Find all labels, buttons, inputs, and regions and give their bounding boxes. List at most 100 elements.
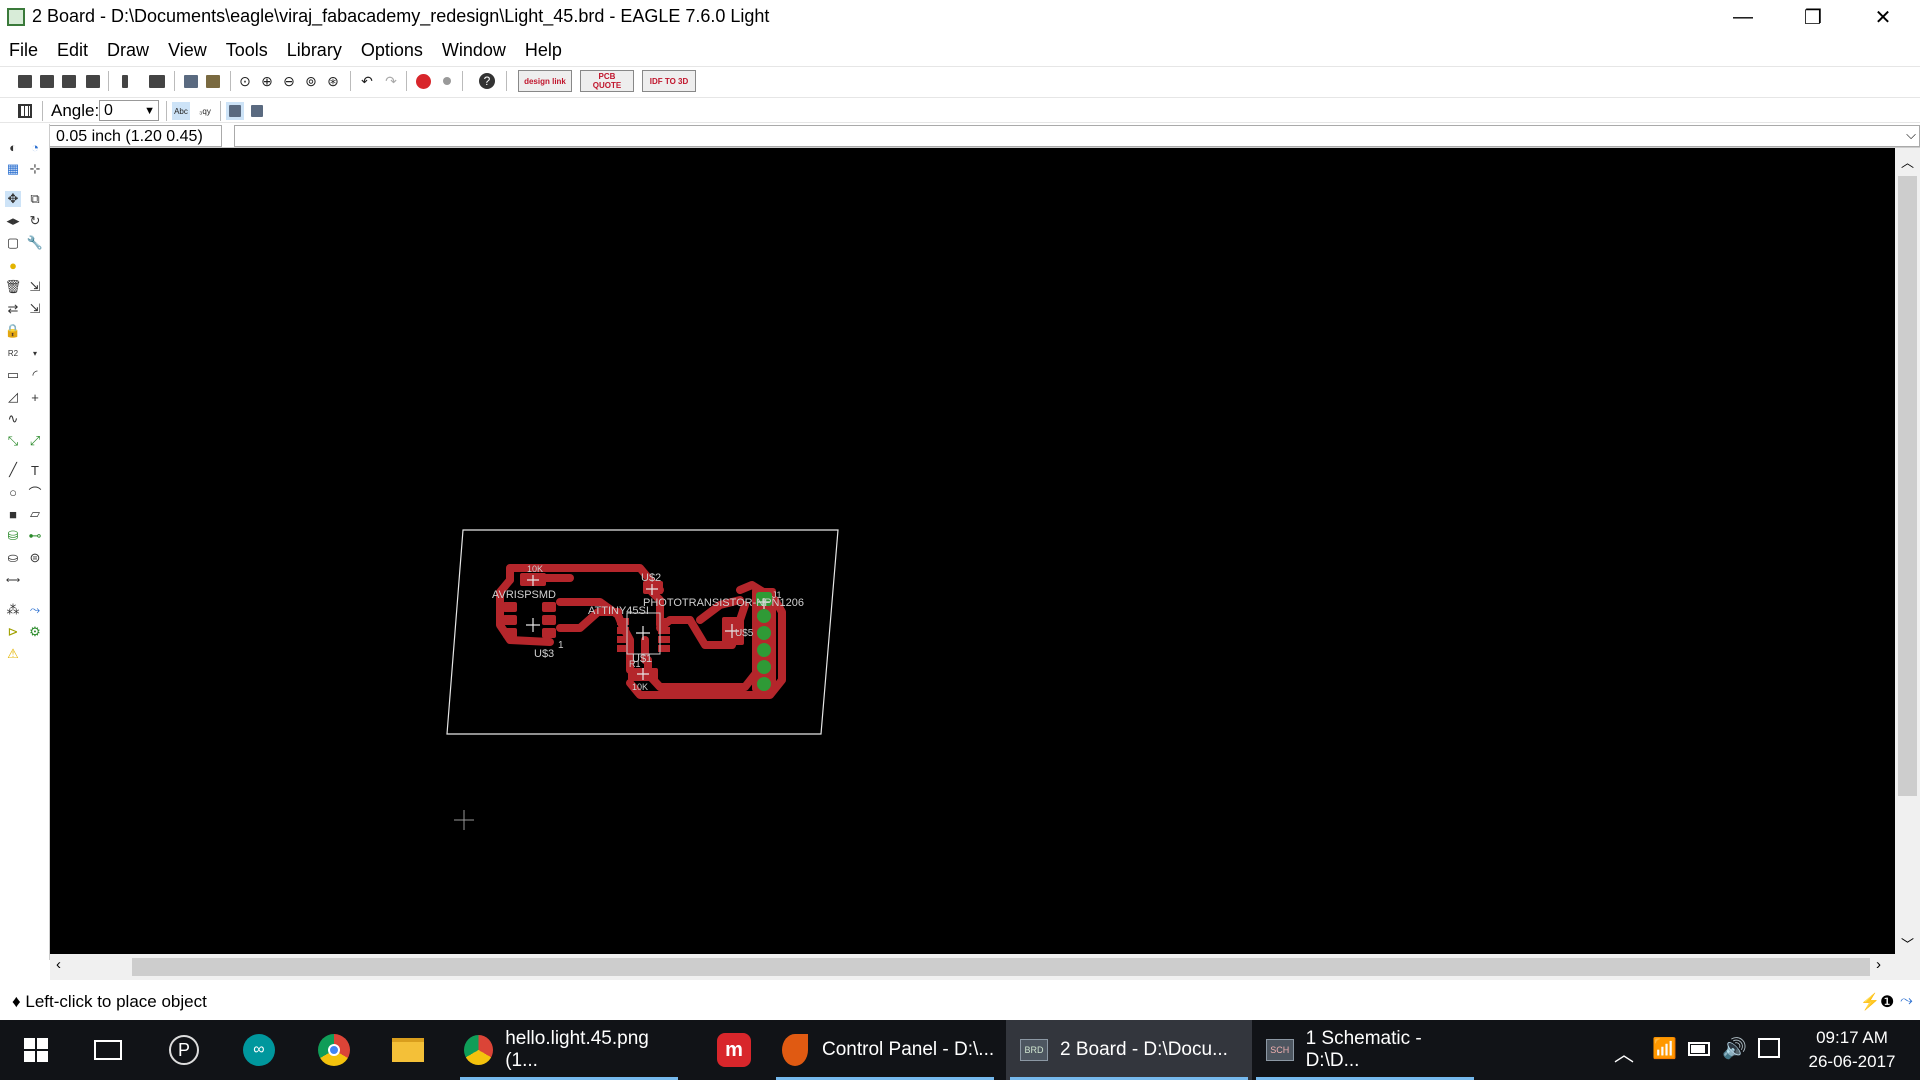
close-button[interactable]: ✕ xyxy=(1848,0,1918,34)
lock-part-icon[interactable]: ⇲ xyxy=(27,301,43,317)
hole-icon[interactable]: ⛀ xyxy=(5,550,21,566)
minimize-button[interactable]: — xyxy=(1708,0,1778,34)
zoom-redraw-icon[interactable]: ⊚ xyxy=(302,72,320,90)
wifi-icon[interactable]: 📶 xyxy=(1652,1036,1677,1061)
change-icon[interactable]: 🔧 xyxy=(27,235,43,251)
menu-options[interactable]: Options xyxy=(361,40,423,61)
autorouter-icon[interactable]: ⤳ xyxy=(27,602,43,618)
go-icon[interactable] xyxy=(438,72,456,90)
scroll-left-icon[interactable]: ‹ xyxy=(56,956,61,973)
horizontal-scroll-thumb[interactable] xyxy=(132,958,1870,976)
group-icon[interactable]: ▢ xyxy=(5,235,21,251)
arduino-icon[interactable]: ∞ xyxy=(223,1020,295,1080)
erc-icon[interactable]: ⊳ xyxy=(5,624,21,640)
menu-draw[interactable]: Draw xyxy=(107,40,149,61)
task-control-panel[interactable]: Control Panel - D:\... xyxy=(772,1020,998,1080)
ratsnest-icon[interactable]: ⁂ xyxy=(5,602,21,618)
add-icon[interactable]: ⇲ xyxy=(27,279,43,295)
menu-help[interactable]: Help xyxy=(525,40,562,61)
arc-icon[interactable]: ⌒ xyxy=(27,484,43,501)
chrome-icon[interactable] xyxy=(298,1020,370,1080)
drc-icon[interactable]: ⚙ xyxy=(27,624,43,640)
volume-icon[interactable]: 🔊 xyxy=(1722,1036,1747,1061)
schematic-switch-icon[interactable] xyxy=(204,72,222,90)
lock-icon[interactable]: 🔒 xyxy=(5,323,21,339)
via-icon[interactable]: ⛁ xyxy=(5,528,21,544)
script-icon[interactable] xyxy=(116,72,134,90)
value-icon[interactable]: ▾ xyxy=(27,345,43,361)
show-icon[interactable]: ◔ xyxy=(27,139,43,155)
task-fabmodules[interactable]: m xyxy=(696,1020,772,1080)
windows-start-icon[interactable] xyxy=(0,1020,72,1080)
move-icon[interactable]: ✥ xyxy=(5,191,21,207)
command-line-input[interactable]: ⌵ xyxy=(234,125,1920,147)
battery-icon[interactable] xyxy=(1688,1042,1710,1056)
menu-window[interactable]: Window xyxy=(442,40,506,61)
delete-icon[interactable]: 🗑 xyxy=(5,279,22,295)
menu-edit[interactable]: Edit xyxy=(57,40,88,61)
paste-icon[interactable]: ● xyxy=(5,257,21,273)
pcb-quote-button[interactable]: PCB QUOTE xyxy=(580,70,634,92)
scroll-up-icon[interactable]: ︿ xyxy=(1901,152,1914,171)
menu-library[interactable]: Library xyxy=(287,40,342,61)
task-eagle-board[interactable]: BRD 2 Board - D:\Docu... xyxy=(1006,1020,1252,1080)
board-canvas[interactable]: 10K AVRISPSMD U$3 1 U$2 ATTINY45SI U$1 P… xyxy=(50,148,1895,954)
zoom-in-icon[interactable]: ⊕ xyxy=(258,72,276,90)
name-icon[interactable]: R2 xyxy=(5,345,21,361)
text-icon[interactable]: T xyxy=(27,462,43,478)
text-align-icon[interactable]: Abc xyxy=(172,102,190,120)
layer-grid-icon[interactable] xyxy=(248,102,266,120)
menu-view[interactable]: View xyxy=(168,40,207,61)
angle-select[interactable]: 0 ▼ xyxy=(99,100,159,121)
idf-to-3d-button[interactable]: IDF TO 3D xyxy=(642,70,696,92)
rotate-icon[interactable]: ↻ xyxy=(27,213,43,229)
info-icon[interactable]: ◐ xyxy=(5,139,21,155)
print-icon[interactable] xyxy=(60,72,78,90)
maximize-button[interactable]: ❐ xyxy=(1778,0,1848,34)
save-icon[interactable] xyxy=(38,72,56,90)
menu-tools[interactable]: Tools xyxy=(226,40,268,61)
file-explorer-icon[interactable] xyxy=(372,1020,444,1080)
tray-overflow-icon[interactable]: ︿ xyxy=(1614,1038,1634,1067)
polygon-icon[interactable]: ▱ xyxy=(27,506,43,522)
miter-icon[interactable]: ◜ xyxy=(27,367,43,383)
replace-icon[interactable]: ⇄ xyxy=(5,301,21,317)
layer-view-icon[interactable] xyxy=(226,102,244,120)
smash-icon[interactable]: ▭ xyxy=(5,367,21,383)
dimension-icon[interactable]: ⟷ xyxy=(5,572,21,588)
optimize-icon[interactable]: + xyxy=(27,389,43,405)
clock-date[interactable]: 26-06-2017 xyxy=(1800,1052,1904,1072)
ulp-icon[interactable] xyxy=(148,72,166,90)
signal-icon[interactable]: ⊷ xyxy=(27,528,43,544)
redo-icon[interactable]: ↷ xyxy=(382,72,400,90)
split-icon[interactable]: ◿ xyxy=(5,389,21,405)
horizontal-scrollbar[interactable]: ‹ › xyxy=(50,954,1920,980)
ripup-icon[interactable]: ⤢ xyxy=(27,433,43,449)
board-switch-icon[interactable] xyxy=(182,72,200,90)
open-icon[interactable] xyxy=(16,72,34,90)
zoom-select-icon[interactable]: ⊛ xyxy=(324,72,342,90)
display-layers-icon[interactable]: ▦ xyxy=(5,161,21,177)
clock-time[interactable]: 09:17 AM xyxy=(1804,1028,1900,1048)
zoom-out-icon[interactable]: ⊖ xyxy=(280,72,298,90)
mirror-icon[interactable]: ◂▸ xyxy=(5,213,21,229)
text-spin-icon[interactable]: ₃qy xyxy=(196,102,214,120)
vertical-scroll-thumb[interactable] xyxy=(1898,176,1917,796)
zoom-fit-icon[interactable]: ⊙ xyxy=(236,72,254,90)
chevron-down-icon[interactable]: ⌵ xyxy=(1906,127,1916,143)
grid-icon[interactable] xyxy=(16,102,34,120)
rectangle-icon[interactable]: ■ xyxy=(5,506,21,522)
action-center-icon[interactable] xyxy=(1758,1038,1780,1058)
task-chrome-image[interactable]: hello.light.45.png (1... xyxy=(456,1020,682,1080)
stop-icon[interactable] xyxy=(414,72,432,90)
scroll-down-icon[interactable]: ﹀ xyxy=(1901,934,1914,953)
meander-icon[interactable]: ∿ xyxy=(5,411,21,427)
undo-icon[interactable]: ↶ xyxy=(358,72,376,90)
cam-processor-icon[interactable] xyxy=(84,72,102,90)
route-icon[interactable]: ⤡ xyxy=(5,433,21,449)
task-view-icon[interactable] xyxy=(72,1020,144,1080)
mark-icon[interactable]: ⊹ xyxy=(27,161,43,177)
attribute-icon[interactable]: ⊜ xyxy=(27,550,43,566)
wire-icon[interactable]: ╱ xyxy=(5,462,21,478)
circle-icon[interactable]: ○ xyxy=(5,484,21,500)
